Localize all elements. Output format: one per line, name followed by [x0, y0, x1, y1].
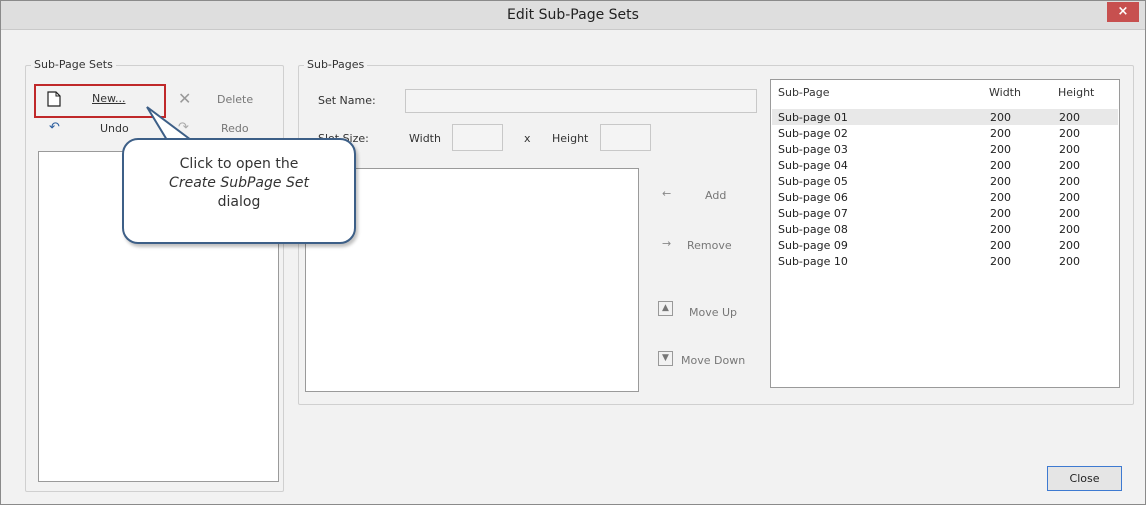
sub-page-name: Sub-page 05: [778, 175, 848, 188]
sub-page-width: 200: [990, 127, 1011, 140]
remove-button[interactable]: → Remove: [657, 234, 759, 256]
sub-page-name: Sub-page 01: [778, 111, 848, 124]
undo-icon: ↶: [49, 120, 60, 135]
left-arrow-icon: ←: [662, 187, 672, 200]
dialog-title: Edit Sub-Page Sets: [507, 7, 639, 23]
sub-page-name: Sub-page 06: [778, 191, 848, 204]
table-row[interactable]: Sub-page 10 200 200: [772, 253, 1118, 269]
sub-page-sets-group-label: Sub-Page Sets: [31, 58, 116, 71]
slot-width-input[interactable]: [452, 124, 503, 151]
delete-button-label: Delete: [217, 93, 254, 106]
sub-page-width: 200: [990, 207, 1011, 220]
sub-page-width: 200: [990, 239, 1011, 252]
table-row[interactable]: Sub-page 09 200 200: [772, 237, 1118, 253]
callout-line-3: dialog: [217, 194, 261, 210]
table-row[interactable]: Sub-page 06 200 200: [772, 189, 1118, 205]
sub-page-width: 200: [990, 143, 1011, 156]
column-header-sub-page[interactable]: Sub-Page: [778, 86, 830, 99]
column-header-width[interactable]: Width: [989, 86, 1021, 99]
sub-pages-group-label: Sub-Pages: [304, 58, 368, 71]
sub-page-height: 200: [1059, 143, 1080, 156]
callout-line-1: Click to open the: [179, 156, 299, 172]
sub-page-height: 200: [1059, 111, 1080, 124]
sub-page-width: 200: [990, 111, 1011, 124]
column-header-height[interactable]: Height: [1058, 86, 1094, 99]
close-button[interactable]: Close: [1047, 466, 1122, 491]
sub-page-height: 200: [1059, 175, 1080, 188]
sub-page-name: Sub-page 10: [778, 255, 848, 268]
slot-width-label: Width: [409, 132, 441, 145]
table-row[interactable]: Sub-page 05 200 200: [772, 173, 1118, 189]
sub-page-height: 200: [1059, 207, 1080, 220]
slot-size-x-label: x: [524, 132, 531, 145]
table-row[interactable]: Sub-page 01 200 200: [772, 109, 1118, 125]
callout-pointer: [146, 106, 194, 142]
sub-page-name: Sub-page 09: [778, 239, 848, 252]
table-row[interactable]: Sub-page 03 200 200: [772, 141, 1118, 157]
redo-button-label: Redo: [221, 122, 249, 135]
sub-page-name: Sub-page 03: [778, 143, 848, 156]
add-button-label: Add: [705, 189, 727, 202]
table-row[interactable]: Sub-page 07 200 200: [772, 205, 1118, 221]
table-row[interactable]: Sub-page 04 200 200: [772, 157, 1118, 173]
callout-line-2: Create SubPage Set: [169, 175, 309, 191]
sub-page-height: 200: [1059, 255, 1080, 268]
sub-page-width: 200: [990, 175, 1011, 188]
move-down-button[interactable]: ▼ Move Down: [655, 349, 767, 371]
sub-page-height: 200: [1059, 159, 1080, 172]
table-row[interactable]: Sub-page 02 200 200: [772, 125, 1118, 141]
move-down-icon: ▼: [658, 351, 673, 366]
sub-page-name: Sub-page 04: [778, 159, 848, 172]
sub-page-width: 200: [990, 223, 1011, 236]
sub-page-height: 200: [1059, 239, 1080, 252]
sub-page-height: 200: [1059, 127, 1080, 140]
sub-page-name: Sub-page 02: [778, 127, 848, 140]
title-bar: Edit Sub-Page Sets ×: [1, 1, 1145, 30]
sub-page-width: 200: [990, 255, 1011, 268]
edit-sub-page-sets-dialog: Edit Sub-Page Sets × Sub-Page Sets New..…: [0, 0, 1146, 505]
sub-pages-table[interactable]: Sub-Page Width Height Sub-page 01 200 200 …: [770, 79, 1120, 388]
slot-height-input[interactable]: [600, 124, 651, 151]
move-up-button[interactable]: ▲ Move Up: [655, 299, 757, 321]
slot-height-label: Height: [552, 132, 589, 145]
move-down-button-label: Move Down: [681, 354, 746, 367]
undo-button-label: Undo: [100, 122, 129, 135]
right-arrow-icon: →: [662, 237, 672, 250]
set-name-input[interactable]: [405, 89, 757, 113]
undo-button[interactable]: ↶ Undo: [45, 118, 147, 140]
sub-page-width: 200: [990, 159, 1011, 172]
set-name-label: Set Name:: [318, 94, 376, 107]
add-button[interactable]: ← Add: [657, 184, 749, 206]
remove-button-label: Remove: [687, 239, 732, 252]
sub-page-name: Sub-page 07: [778, 207, 848, 220]
callout-tooltip: Click to open the Create SubPage Set dia…: [122, 138, 356, 244]
sub-page-height: 200: [1059, 223, 1080, 236]
sub-page-name: Sub-page 08: [778, 223, 848, 236]
sub-page-width: 200: [990, 191, 1011, 204]
move-up-button-label: Move Up: [689, 306, 738, 319]
close-window-button[interactable]: ×: [1107, 2, 1139, 22]
table-row[interactable]: Sub-page 08 200 200: [772, 221, 1118, 237]
move-up-icon: ▲: [658, 301, 673, 316]
sub-page-height: 200: [1059, 191, 1080, 204]
